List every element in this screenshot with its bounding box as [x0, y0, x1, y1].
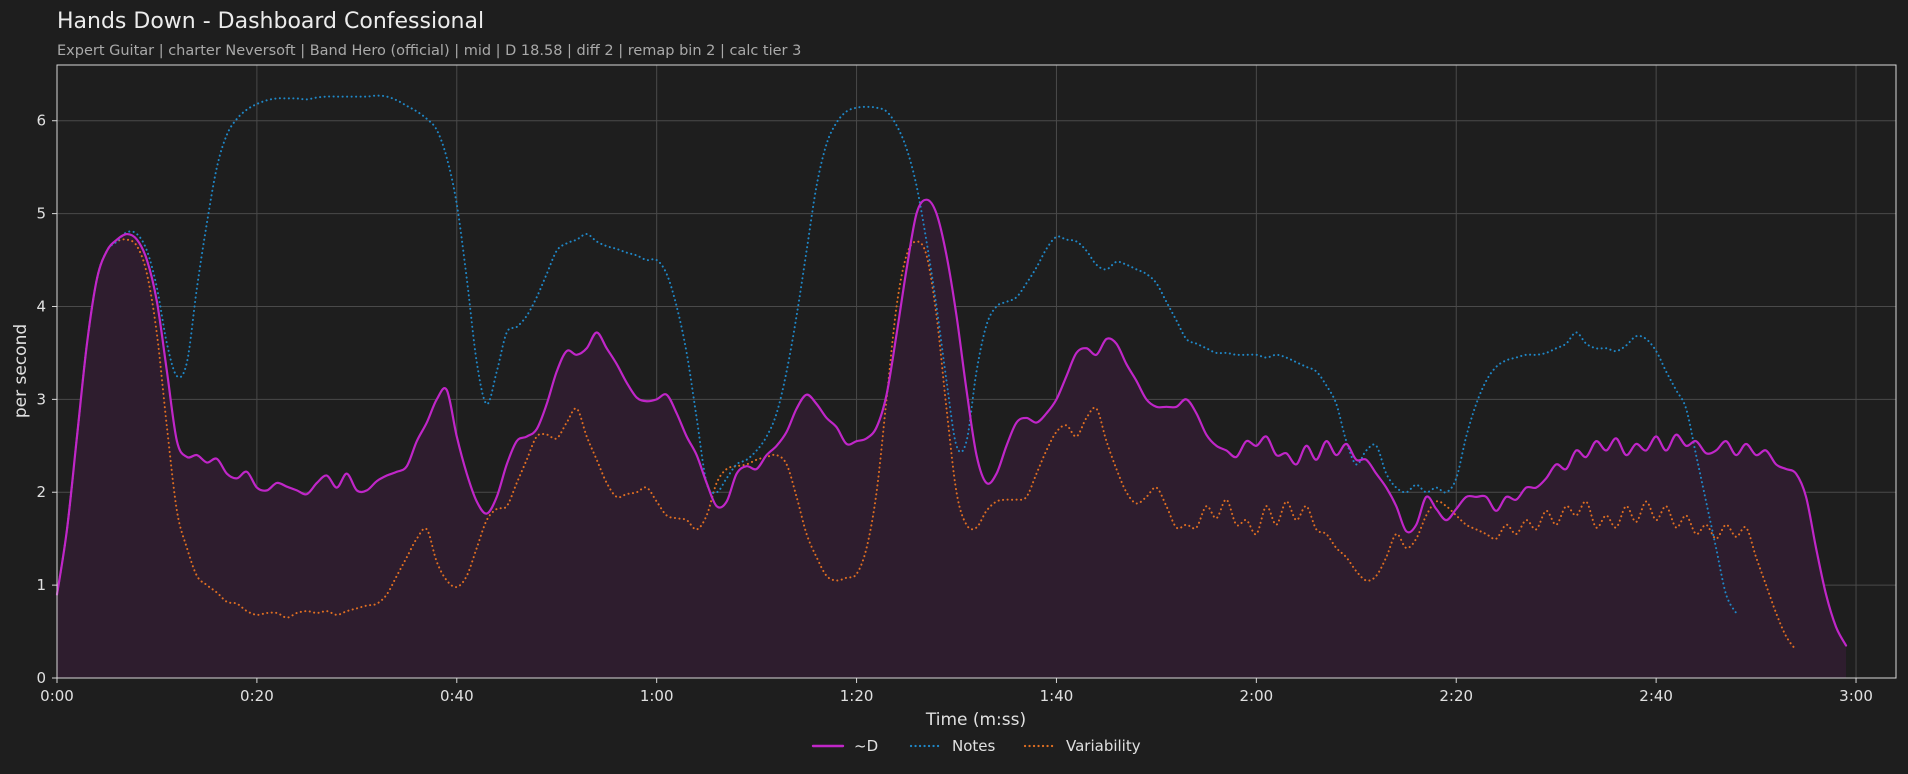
x-tick-label: 1:40 — [1040, 687, 1074, 705]
x-tick-label: 2:40 — [1639, 687, 1673, 705]
y-axis: 0 1 2 3 4 5 6 — [36, 112, 57, 687]
x-axis: 0:00 0:20 0:40 1:00 1:20 1:40 2:00 2:20 2:40 3:00 — [40, 678, 1873, 705]
y-tick-label: 0 — [36, 669, 46, 687]
y-tick-label: 2 — [36, 483, 46, 501]
x-tick-label: 0:20 — [240, 687, 274, 705]
x-axis-label: Time (m:ss) — [925, 710, 1026, 730]
x-tick-label: 2:00 — [1240, 687, 1274, 705]
x-tick-label: 1:20 — [840, 687, 874, 705]
chart-subtitle: Expert Guitar | charter Neversoft | Band… — [57, 43, 801, 59]
legend: ~D Notes Variability — [811, 737, 1141, 755]
x-tick-label: 1:00 — [640, 687, 674, 705]
legend-label: ~D — [854, 737, 878, 755]
y-axis-label: per second — [11, 324, 31, 418]
x-tick-label: 3:00 — [1839, 687, 1873, 705]
y-tick-label: 5 — [36, 205, 46, 223]
chart-title: Hands Down - Dashboard Confessional — [57, 9, 484, 34]
y-tick-label: 4 — [36, 297, 46, 315]
legend-label: Variability — [1066, 737, 1141, 755]
y-tick-label: 3 — [36, 390, 46, 408]
x-tick-label: 0:00 — [40, 687, 74, 705]
legend-label: Notes — [952, 737, 996, 755]
x-tick-label: 2:20 — [1439, 687, 1473, 705]
y-tick-label: 6 — [36, 112, 46, 130]
plot-area — [55, 64, 1897, 679]
y-tick-label: 1 — [36, 576, 46, 594]
chart: Hands Down - Dashboard Confessional Expe… — [11, 9, 1897, 755]
x-tick-label: 0:40 — [440, 687, 474, 705]
